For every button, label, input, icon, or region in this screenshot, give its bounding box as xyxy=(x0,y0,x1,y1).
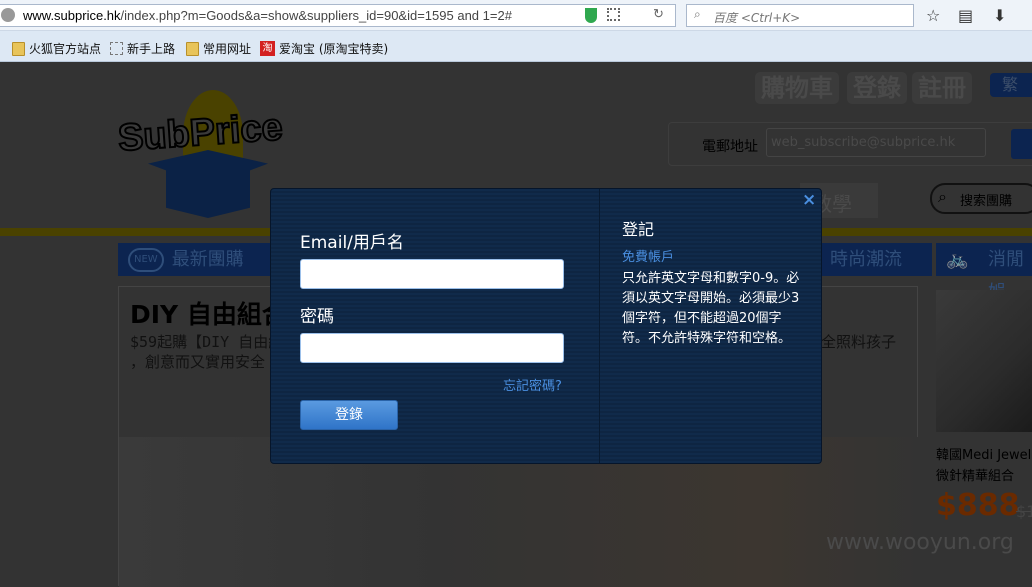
username-input[interactable] xyxy=(300,259,564,289)
url-bar[interactable]: www.subprice.hk/index.php?m=Goods&a=show… xyxy=(0,4,676,27)
nav-fashion[interactable]: 時尚潮流 xyxy=(820,243,932,276)
close-icon[interactable]: × xyxy=(802,190,816,210)
login-modal: × Email/用戶名 密碼 忘記密碼? 登錄 登記 免費帳戶 只允許英文字母和… xyxy=(270,188,822,464)
download-icon[interactable]: ⬇ xyxy=(993,6,1006,25)
reload-icon[interactable]: ↻ xyxy=(653,6,664,22)
watermark: www.wooyun.org xyxy=(826,530,1014,555)
star-icon[interactable]: ☆ xyxy=(926,6,940,25)
password-input[interactable] xyxy=(300,333,564,363)
group-search-button[interactable]: ⌕ 搜索團購 xyxy=(930,183,1032,214)
side-product-image[interactable] xyxy=(936,290,1032,432)
reading-list-icon[interactable]: ▤ xyxy=(958,6,973,25)
modal-divider xyxy=(599,189,600,463)
bookmark-item[interactable]: 新手上路 xyxy=(110,40,175,57)
subscribe-box: 電郵地址 web_subscribe@subprice.hk xyxy=(668,122,1032,166)
search-icon: ⌕ xyxy=(694,7,701,21)
nav-leisure[interactable]: 🚲消閒娛 xyxy=(936,243,1032,303)
folder-icon xyxy=(12,41,25,56)
page-icon xyxy=(110,42,123,55)
bicycle-icon: 🚲 xyxy=(946,249,969,270)
qr-icon[interactable] xyxy=(607,8,620,21)
shield-icon xyxy=(585,8,597,23)
forgot-password-link[interactable]: 忘記密碼? xyxy=(503,375,562,394)
language-button[interactable]: 繁 xyxy=(990,73,1032,97)
free-account-link[interactable]: 免費帳戶 xyxy=(622,246,674,265)
login-button[interactable]: 登錄 xyxy=(300,400,398,430)
new-badge-icon: NEW xyxy=(128,248,164,272)
search-box[interactable]: ⌕ 百度 <Ctrl+K> xyxy=(686,4,914,27)
logo-box xyxy=(148,150,268,218)
bookmark-item[interactable]: 淘爱淘宝 (原淘宝特卖) xyxy=(260,40,388,57)
subscribe-button[interactable] xyxy=(1011,129,1032,159)
cart-button[interactable]: 購物車 xyxy=(755,72,839,104)
taobao-icon: 淘 xyxy=(260,41,275,56)
side-price: $888 xyxy=(936,488,1020,523)
search-icon: ⌕ xyxy=(938,187,947,206)
globe-icon xyxy=(1,8,15,22)
email-subscribe-input[interactable]: web_subscribe@subprice.hk xyxy=(766,128,986,157)
register-link[interactable]: 註冊 xyxy=(912,72,972,104)
side-product-title[interactable]: 韓國Medi Jewelry xyxy=(936,444,1032,463)
bookmark-item[interactable]: 火狐官方站点 xyxy=(12,40,101,57)
product-title[interactable]: DIY 自由組合 xyxy=(130,295,287,331)
bookmarks-bar: 火狐官方站点 新手上路 常用网址 淘爱淘宝 (原淘宝特卖) xyxy=(0,31,1032,62)
folder-icon xyxy=(186,41,199,56)
login-link[interactable]: 登錄 xyxy=(847,72,907,104)
bookmark-item[interactable]: 常用网址 xyxy=(186,40,251,57)
browser-toolbar: www.subprice.hk/index.php?m=Goods&a=show… xyxy=(0,0,1032,31)
